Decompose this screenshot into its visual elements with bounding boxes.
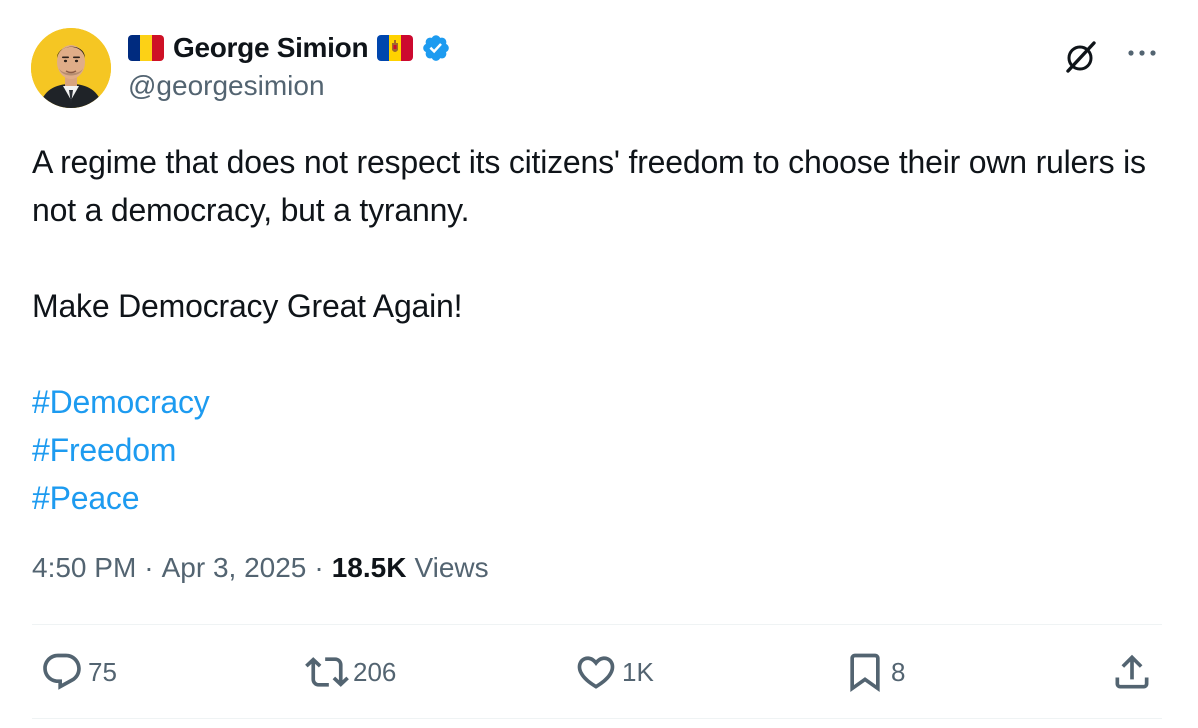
repost-button[interactable]: 206 bbox=[305, 650, 396, 694]
views-label: Views bbox=[414, 552, 489, 583]
reply-count: 75 bbox=[88, 656, 117, 687]
reply-icon bbox=[43, 653, 81, 690]
verified-badge-icon bbox=[423, 35, 450, 61]
hashtag-link[interactable]: #Peace bbox=[32, 474, 1172, 522]
hashtag-link[interactable]: #Freedom bbox=[32, 426, 1172, 474]
bookmark-count: 8 bbox=[891, 656, 906, 687]
meta-separator: · bbox=[144, 552, 154, 583]
like-button[interactable]: 1K bbox=[574, 650, 654, 694]
tweet-card: George Simion @georgesimion A regime tha… bbox=[0, 0, 1198, 728]
hashtag-link[interactable]: #Democracy bbox=[32, 378, 1172, 426]
divider bbox=[32, 624, 1162, 625]
avatar[interactable] bbox=[31, 28, 111, 108]
reply-button[interactable]: 75 bbox=[40, 650, 117, 694]
meta-separator: · bbox=[314, 552, 324, 583]
moldova-flag-icon bbox=[377, 35, 414, 61]
author-handle[interactable]: @georgesimion bbox=[128, 70, 325, 102]
bookmark-button[interactable]: 8 bbox=[843, 650, 905, 694]
tweet-meta: 4:50 PM · Apr 3, 2025 · 18.5K Views bbox=[32, 552, 489, 584]
tweet-paragraph: Make Democracy Great Again! bbox=[32, 288, 463, 324]
tweet-time[interactable]: 4:50 PM bbox=[32, 552, 136, 584]
romania-flag-icon bbox=[128, 35, 164, 61]
views-count: 18.5K bbox=[331, 552, 407, 583]
author-display-name[interactable]: George Simion bbox=[173, 32, 369, 64]
tweet-paragraph: A regime that does not respect its citiz… bbox=[32, 144, 1146, 228]
like-count: 1K bbox=[622, 656, 654, 687]
repost-count: 206 bbox=[353, 656, 397, 687]
share-icon bbox=[1115, 654, 1149, 689]
repost-icon bbox=[305, 657, 349, 687]
more-icon[interactable] bbox=[1126, 43, 1158, 63]
bookmark-icon bbox=[850, 653, 880, 693]
share-button[interactable] bbox=[1110, 650, 1154, 694]
author-name-row[interactable]: George Simion bbox=[128, 29, 451, 67]
divider bbox=[32, 718, 1162, 719]
grok-icon[interactable] bbox=[1062, 38, 1100, 76]
heart-icon bbox=[577, 656, 615, 689]
tweet-text: A regime that does not respect its citiz… bbox=[32, 138, 1172, 522]
tweet-date[interactable]: Apr 3, 2025 bbox=[162, 552, 307, 584]
